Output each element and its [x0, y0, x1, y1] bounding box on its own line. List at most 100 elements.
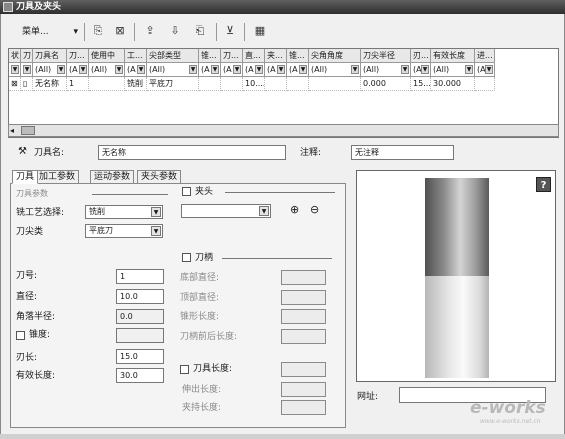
chevron-down-icon[interactable]: ▼ [23, 65, 31, 74]
chevron-down-icon[interactable]: ▼ [485, 65, 493, 74]
grid-column-header[interactable]: 刀 [21, 49, 33, 63]
scroll-left-icon[interactable]: ◂ [10, 125, 14, 136]
grid-filter-cell[interactable]: (A ▼ [411, 63, 431, 77]
tab-collet-params[interactable]: 夹头参数 [137, 170, 182, 183]
taper-length-input[interactable] [281, 309, 326, 324]
grid-column-header[interactable]: 刀... [67, 49, 89, 63]
help-button[interactable]: ? [536, 177, 551, 192]
grid-column-header[interactable]: 尖部类型 [147, 49, 199, 63]
tool-export-icon[interactable]: ⇩ [167, 23, 183, 39]
chevron-down-icon[interactable]: ▼ [277, 65, 285, 74]
tool-copy-icon[interactable]: ⎗ [192, 23, 208, 39]
table-cell[interactable] [221, 77, 243, 91]
chevron-down-icon[interactable]: ▼ [351, 65, 359, 74]
taper-checkbox[interactable] [16, 331, 25, 340]
grid-filter-cell[interactable]: (All) ▼ [147, 63, 199, 77]
chevron-down-icon[interactable]: ▼ [421, 65, 429, 74]
grid-filter-cell[interactable]: (All) ▼ [89, 63, 125, 77]
flute-length-input[interactable]: 15.0 [116, 349, 164, 364]
grid-horizontal-scrollbar[interactable]: ◂ [8, 124, 559, 137]
grid-filter-cell[interactable]: (A ▼ [221, 63, 243, 77]
chevron-down-icon[interactable]: ▼ [299, 65, 307, 74]
grid-column-header[interactable]: 夹... [265, 49, 287, 63]
table-cell[interactable]: 30.000 [431, 77, 475, 91]
chevron-down-icon[interactable]: ▼ [79, 65, 87, 74]
chevron-down-icon[interactable]: ▼ [57, 65, 65, 74]
grid-filter-cell[interactable]: (A ▼ [265, 63, 287, 77]
chevron-down-icon[interactable]: ▼ [189, 65, 197, 74]
grid-filter-cell[interactable]: (A ▼ [125, 63, 147, 77]
collet-checkbox[interactable] [182, 187, 191, 196]
grid-filter-cell[interactable]: (All) ▼ [309, 63, 361, 77]
table-cell[interactable]: 15.... [411, 77, 431, 91]
shank-length-input[interactable] [281, 329, 326, 344]
chevron-down-icon[interactable]: ▼ [211, 65, 219, 74]
table-cell[interactable]: 10.... [243, 77, 265, 91]
grid-filter-cell[interactable]: (All) ▼ [361, 63, 411, 77]
table-cell[interactable]: 0.000 [361, 77, 411, 91]
bottom-diameter-input[interactable] [281, 270, 326, 285]
table-cell[interactable] [309, 77, 361, 91]
tip-type-select[interactable]: 平底刀 ▼ [85, 224, 163, 238]
tab-tool[interactable]: 刀具 [12, 170, 39, 184]
grid-column-header[interactable]: 锥... [287, 49, 309, 63]
grid-filter-cell[interactable]: (A ▼ [199, 63, 221, 77]
tool-name-input[interactable]: 无名称 [98, 145, 286, 160]
grid-filter-cell[interactable]: (A ▼ [67, 63, 89, 77]
chevron-down-icon[interactable]: ▼ [115, 65, 123, 74]
grid-filter-cell[interactable]: (A ▼ [475, 63, 495, 77]
chevron-down-icon[interactable]: ▼ [11, 65, 19, 74]
tool-length-input[interactable] [281, 362, 326, 377]
grid-column-header[interactable]: 进... [475, 49, 495, 63]
collet-remove-icon[interactable]: ⊖ [310, 203, 319, 216]
shank-checkbox[interactable] [182, 253, 191, 262]
grid-column-header[interactable]: 工... [125, 49, 147, 63]
effective-length-input[interactable]: 30.0 [116, 368, 164, 383]
grid-column-header[interactable]: 刀... [221, 49, 243, 63]
grid-column-header[interactable]: 使用中 [89, 49, 125, 63]
menu-button[interactable]: 菜单... ▾ [22, 24, 78, 40]
grid-column-header[interactable]: 锥... [199, 49, 221, 63]
chevron-down-icon[interactable]: ▼ [401, 65, 409, 74]
tool-number-input[interactable]: 1 [116, 269, 164, 284]
grid-column-header[interactable]: 刃... [411, 49, 431, 63]
table-cell[interactable]: ▯ [21, 77, 33, 91]
taper-input[interactable] [116, 328, 164, 343]
tab-motion-params[interactable]: 运动参数 [90, 170, 135, 183]
table-cell[interactable] [265, 77, 287, 91]
table-cell[interactable] [287, 77, 309, 91]
grid-column-header[interactable]: 尖角角度 [309, 49, 361, 63]
collet-select[interactable]: ▼ [181, 204, 271, 218]
chevron-down-icon[interactable]: ▼ [255, 65, 263, 74]
table-cell[interactable] [89, 77, 125, 91]
table-cell[interactable] [475, 77, 495, 91]
grid-column-header[interactable]: 状 [9, 49, 21, 63]
grid-column-header[interactable]: 刀尖半径 [361, 49, 411, 63]
table-cell[interactable]: ⊠ [9, 77, 21, 91]
note-input[interactable]: 无注释 [351, 145, 454, 160]
table-cell[interactable]: 铣削 [125, 77, 147, 91]
grid-column-header[interactable]: 有效长度 [431, 49, 475, 63]
chevron-down-icon[interactable]: ▼ [137, 65, 145, 74]
process-select[interactable]: 铣削 ▼ [85, 205, 163, 219]
grid-column-header[interactable]: 直... [243, 49, 265, 63]
table-cell[interactable]: 无名称 [33, 77, 67, 91]
table-row[interactable]: ⊠▯无名称1 铣削平底刀 10.... 0.00015....30.000 [9, 77, 560, 91]
tool-new-icon[interactable]: ⎘ [90, 23, 106, 39]
chevron-down-icon[interactable]: ▼ [465, 65, 473, 74]
table-cell[interactable]: 1 [67, 77, 89, 91]
filter-icon[interactable]: ⊻ [222, 23, 238, 39]
columns-icon[interactable]: ▦ [252, 23, 268, 39]
collet-add-icon[interactable]: ⊕ [290, 203, 299, 216]
grid-filter-cell[interactable]: ▼ [21, 63, 33, 77]
table-cell[interactable] [199, 77, 221, 91]
grid-filter-cell[interactable]: (A ▼ [243, 63, 265, 77]
top-diameter-input[interactable] [281, 290, 326, 305]
grid-filter-cell[interactable]: (A ▼ [287, 63, 309, 77]
diameter-input[interactable]: 10.0 [116, 289, 164, 304]
holder-length-input[interactable] [281, 400, 326, 415]
grid-filter-cell[interactable]: (All) ▼ [33, 63, 67, 77]
grid-column-header[interactable]: 刀具名 [33, 49, 67, 63]
tool-import-icon[interactable]: ⇪ [142, 23, 158, 39]
grid-filter-cell[interactable]: (All) ▼ [431, 63, 475, 77]
